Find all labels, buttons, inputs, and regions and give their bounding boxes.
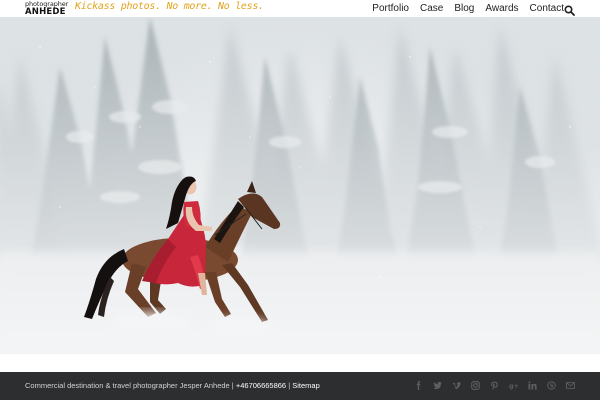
linkedin-icon[interactable] xyxy=(528,381,537,390)
facebook-icon[interactable] xyxy=(414,381,423,390)
email-icon[interactable] xyxy=(566,381,575,390)
svg-text:g+: g+ xyxy=(509,383,518,390)
nav-item-portfolio[interactable]: Portfolio xyxy=(372,3,409,14)
search-icon[interactable] xyxy=(564,3,575,16)
footer-description: Commercial destination & travel photogra… xyxy=(25,381,230,390)
twitter-icon[interactable] xyxy=(433,381,442,390)
footer-sitemap-link[interactable]: Sitemap xyxy=(292,381,320,390)
nav-item-case[interactable]: Case xyxy=(420,3,443,14)
vimeo-icon[interactable] xyxy=(452,381,461,390)
footer-credits: Commercial destination & travel photogra… xyxy=(25,381,320,390)
social-icons: g+ S xyxy=(404,381,575,390)
nav-item-blog[interactable]: Blog xyxy=(454,3,474,14)
instagram-icon[interactable] xyxy=(471,381,480,390)
footer-phone-link[interactable]: +46706665866 xyxy=(236,381,286,390)
main-nav: Portfolio Case Blog Awards Contact xyxy=(361,0,564,17)
hero-photo xyxy=(0,17,600,354)
logo-big-text: ANHEDE xyxy=(25,6,66,17)
site-footer: Commercial destination & travel photogra… xyxy=(0,372,600,400)
snow-forest-scene xyxy=(0,17,600,354)
svg-text:S: S xyxy=(550,384,554,390)
nav-item-awards[interactable]: Awards xyxy=(485,3,518,14)
pinterest-icon[interactable] xyxy=(490,381,499,390)
site-header: photographer ANHEDE Kickass photos. No m… xyxy=(0,0,600,17)
site-tagline: Kickass photos. No more. No less. xyxy=(75,1,264,12)
google-plus-icon[interactable]: g+ xyxy=(509,381,518,390)
skype-icon[interactable]: S xyxy=(547,381,556,390)
site-logo[interactable]: photographer ANHEDE xyxy=(25,1,71,16)
spacer xyxy=(0,354,600,372)
nav-item-contact[interactable]: Contact xyxy=(530,3,564,14)
